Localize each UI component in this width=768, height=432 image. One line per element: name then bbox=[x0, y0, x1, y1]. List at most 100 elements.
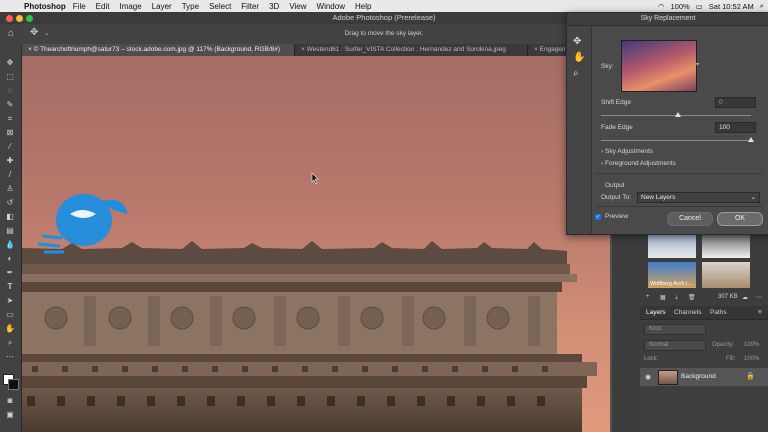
library-thumb-1[interactable] bbox=[648, 234, 696, 258]
tab-arch[interactable]: × © Thearchoftriumph@satur73 – stock.ado… bbox=[22, 44, 295, 56]
library-thumb-2[interactable] bbox=[702, 234, 750, 258]
rectangle-tool-icon[interactable]: ▭ bbox=[4, 310, 16, 320]
kind-filter[interactable]: Kind bbox=[644, 324, 706, 335]
grid-icon[interactable]: ▦ bbox=[660, 294, 666, 301]
opacity-label: Opacity: bbox=[712, 342, 735, 348]
eraser-icon[interactable]: ◧ bbox=[4, 212, 16, 222]
sky-preset-thumbnail[interactable] bbox=[621, 40, 697, 92]
sky-adjustments-toggle[interactable]: › Sky Adjustments bbox=[601, 148, 653, 155]
eyedropper-icon[interactable]: ⁄ bbox=[4, 142, 16, 152]
status-area: ◠ 100% ▭ Sat 10:52 AM ⌕ bbox=[658, 0, 764, 12]
watermark-logo bbox=[37, 194, 128, 254]
menu-window[interactable]: Window bbox=[317, 2, 345, 11]
history-brush-icon[interactable]: ↺ bbox=[4, 198, 16, 208]
quick-mask-icon[interactable]: ◙ bbox=[4, 396, 16, 406]
dialog-divider bbox=[595, 173, 763, 174]
menu-image[interactable]: Image bbox=[119, 2, 141, 11]
output-to-select[interactable]: New Layers ⌄ bbox=[637, 192, 760, 203]
ok-button[interactable]: OK bbox=[717, 212, 763, 226]
window-title: Adobe Photoshop (Prerelease) bbox=[332, 13, 436, 22]
pen-tool-icon[interactable]: ✒ bbox=[4, 268, 16, 278]
menu-layer[interactable]: Layer bbox=[152, 2, 172, 11]
opacity-value[interactable]: 100% bbox=[744, 342, 759, 348]
document-canvas[interactable] bbox=[22, 56, 610, 432]
fade-edge-thumb[interactable] bbox=[748, 137, 754, 142]
sky-dropdown-chevron-icon[interactable]: ▾ bbox=[696, 61, 699, 68]
move-tool-icon[interactable]: ✥ bbox=[4, 58, 16, 68]
lasso-tool-icon[interactable]: ◌ bbox=[4, 86, 16, 96]
lock-label: Lock: bbox=[644, 356, 659, 362]
preview-checkbox[interactable]: ✓ bbox=[595, 214, 601, 220]
background-color-swatch[interactable] bbox=[8, 379, 19, 390]
fade-edge-input[interactable]: 100 bbox=[715, 122, 756, 133]
quick-select-icon[interactable]: ✎ bbox=[4, 100, 16, 110]
zoom-tool-icon[interactable]: ⌕ bbox=[4, 338, 16, 348]
menu-filter[interactable]: Filter bbox=[241, 2, 259, 11]
crop-tool-icon[interactable]: ⌗ bbox=[4, 114, 16, 124]
minimize-window-button[interactable] bbox=[16, 15, 23, 22]
library-thumb-3[interactable]: Wolfberg Arch i... bbox=[648, 262, 696, 288]
zoom-window-button[interactable] bbox=[26, 15, 33, 22]
tab-channels[interactable]: Channels bbox=[674, 309, 701, 316]
tab-surfer[interactable]: × Westend61 : Surfer_VISTA Collection : … bbox=[295, 44, 528, 56]
clock[interactable]: Sat 10:52 AM bbox=[709, 2, 754, 11]
output-to-label: Output To: bbox=[601, 194, 631, 201]
app-menu[interactable]: Photoshop bbox=[24, 2, 66, 11]
clone-stamp-icon[interactable]: ♙ bbox=[4, 184, 16, 194]
blend-mode-select[interactable]: Normal bbox=[644, 340, 706, 351]
gradient-icon[interactable]: ▤ bbox=[4, 226, 16, 236]
fill-label: Fill: bbox=[726, 356, 736, 362]
layer-row-background[interactable]: ◉ Background 🔒 bbox=[640, 368, 768, 386]
sky-label: Sky: bbox=[601, 63, 614, 70]
library-item-label: Wolfberg Arch i... bbox=[650, 281, 692, 287]
close-window-button[interactable] bbox=[6, 15, 13, 22]
tab-paths[interactable]: Paths bbox=[710, 309, 727, 316]
battery-icon[interactable]: ▭ bbox=[696, 2, 703, 11]
sky-move-tool-icon[interactable]: ✥ bbox=[573, 36, 581, 47]
more-icon[interactable]: ⋯ bbox=[756, 294, 762, 301]
add-icon[interactable]: + bbox=[646, 294, 650, 300]
frame-tool-icon[interactable]: ⊠ bbox=[4, 128, 16, 138]
zoom-tool-icon[interactable]: ⌕ bbox=[573, 68, 579, 79]
blend-mode-value: Normal bbox=[649, 342, 669, 348]
blur-tool-icon[interactable]: 💧 bbox=[4, 240, 16, 250]
foreground-adjustments-toggle[interactable]: › Foreground Adjustments bbox=[601, 160, 676, 167]
dialog-tool-strip: ✥ ✋ ⌕ bbox=[567, 26, 592, 234]
wifi-icon[interactable]: ◠ bbox=[658, 2, 665, 11]
shift-edge-input[interactable]: 0 bbox=[715, 97, 756, 108]
dodge-tool-icon[interactable]: ◐ bbox=[4, 254, 16, 264]
menu-file[interactable]: File bbox=[73, 2, 86, 11]
fill-value[interactable]: 100% bbox=[744, 356, 759, 362]
search-icon[interactable]: ⌕ bbox=[760, 1, 764, 11]
hand-tool-icon[interactable]: ✋ bbox=[4, 324, 16, 334]
trash-icon[interactable]: 🗑 bbox=[688, 294, 696, 301]
menu-help[interactable]: Help bbox=[355, 2, 371, 11]
lower-band bbox=[22, 376, 587, 388]
menu-view[interactable]: View bbox=[289, 2, 306, 11]
layer-thumbnail bbox=[658, 370, 678, 385]
panel-menu-icon[interactable]: ≡ bbox=[758, 309, 762, 316]
shift-edge-thumb[interactable] bbox=[675, 112, 681, 117]
library-thumb-4[interactable] bbox=[702, 262, 750, 288]
output-to-value: New Layers bbox=[641, 194, 676, 201]
type-tool-icon[interactable]: T bbox=[4, 282, 16, 292]
fade-edge-slider[interactable] bbox=[601, 140, 751, 141]
cloud-icon[interactable]: ☁ bbox=[742, 294, 748, 301]
visibility-eye-icon[interactable]: ◉ bbox=[645, 373, 651, 381]
more-tools-icon[interactable]: ⋯ bbox=[4, 352, 16, 362]
menu-type[interactable]: Type bbox=[182, 2, 199, 11]
dialog-divider bbox=[595, 206, 763, 207]
cancel-button[interactable]: Cancel bbox=[667, 212, 713, 226]
menu-select[interactable]: Select bbox=[209, 2, 231, 11]
layer-name: Background bbox=[681, 373, 716, 380]
menu-edit[interactable]: Edit bbox=[96, 2, 110, 11]
path-select-icon[interactable]: ➤ bbox=[4, 296, 16, 306]
screen-mode-icon[interactable]: ▣ bbox=[4, 410, 16, 420]
brush-tool-icon[interactable]: / bbox=[4, 170, 16, 180]
menu-3d[interactable]: 3D bbox=[269, 2, 279, 11]
healing-brush-icon[interactable]: ✚ bbox=[4, 156, 16, 166]
import-icon[interactable]: ⇣ bbox=[674, 294, 679, 301]
hand-tool-icon[interactable]: ✋ bbox=[573, 52, 585, 63]
marquee-tool-icon[interactable]: ⬚ bbox=[4, 72, 16, 82]
tab-layers[interactable]: Layers bbox=[646, 309, 666, 316]
